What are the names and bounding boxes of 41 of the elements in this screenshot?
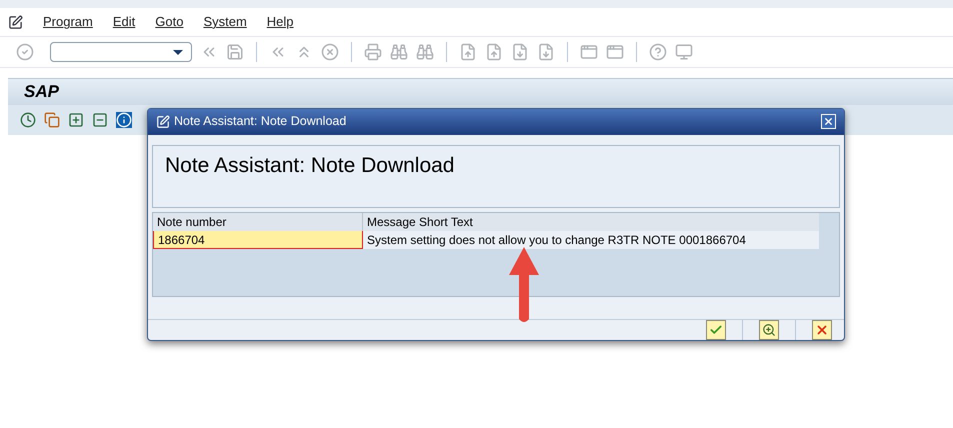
copy-icon[interactable] (44, 112, 60, 128)
next-page-icon[interactable] (511, 43, 529, 61)
zoom-icon (762, 323, 776, 337)
previous-page-icon[interactable] (485, 43, 503, 61)
cancel-icon[interactable] (321, 43, 339, 61)
close-icon (823, 116, 834, 128)
menu-item[interactable]: Program (43, 12, 93, 32)
remove-icon[interactable] (92, 112, 108, 128)
check-icon (709, 323, 723, 337)
dialog-title: Note Assistant: Note Download (174, 113, 346, 130)
dialog-heading: Note Assistant: Note Download (165, 154, 454, 177)
dialog-icon (156, 114, 170, 129)
find-icon[interactable] (390, 43, 408, 61)
zoom-button[interactable] (759, 320, 779, 340)
cancel-icon (815, 323, 829, 337)
layout-icon[interactable] (675, 43, 693, 61)
menu-item[interactable]: Goto (155, 12, 184, 32)
find-next-icon[interactable] (416, 43, 434, 61)
add-icon[interactable] (68, 112, 84, 128)
cancel-button[interactable] (812, 320, 832, 340)
close-button[interactable] (821, 114, 836, 130)
first-page-icon[interactable] (459, 43, 477, 61)
table-cell-text: System setting does not allow you to change R3TR NOTE 0001866704 (366, 232, 747, 249)
last-page-icon[interactable] (537, 43, 555, 61)
menu-item[interactable]: System (203, 12, 247, 32)
shortcut-icon[interactable] (606, 43, 624, 61)
command-field[interactable] (50, 42, 192, 62)
info-icon[interactable] (116, 112, 132, 128)
dropdown-icon[interactable] (173, 50, 183, 54)
save-icon[interactable] (226, 43, 244, 61)
menu-item[interactable]: Help (266, 12, 294, 32)
confirm-button[interactable] (706, 320, 726, 340)
new-session-icon[interactable] (580, 43, 598, 61)
note-number-field[interactable]: 1866704 (153, 231, 363, 249)
menu-item[interactable]: Edit (112, 12, 136, 32)
enter-icon[interactable] (16, 43, 34, 61)
screen-title: SAP (24, 81, 59, 104)
help-icon[interactable] (649, 43, 667, 61)
menu-icon[interactable] (8, 14, 23, 30)
column-header[interactable]: Message Short Text (363, 213, 819, 231)
print-icon[interactable] (364, 43, 382, 61)
